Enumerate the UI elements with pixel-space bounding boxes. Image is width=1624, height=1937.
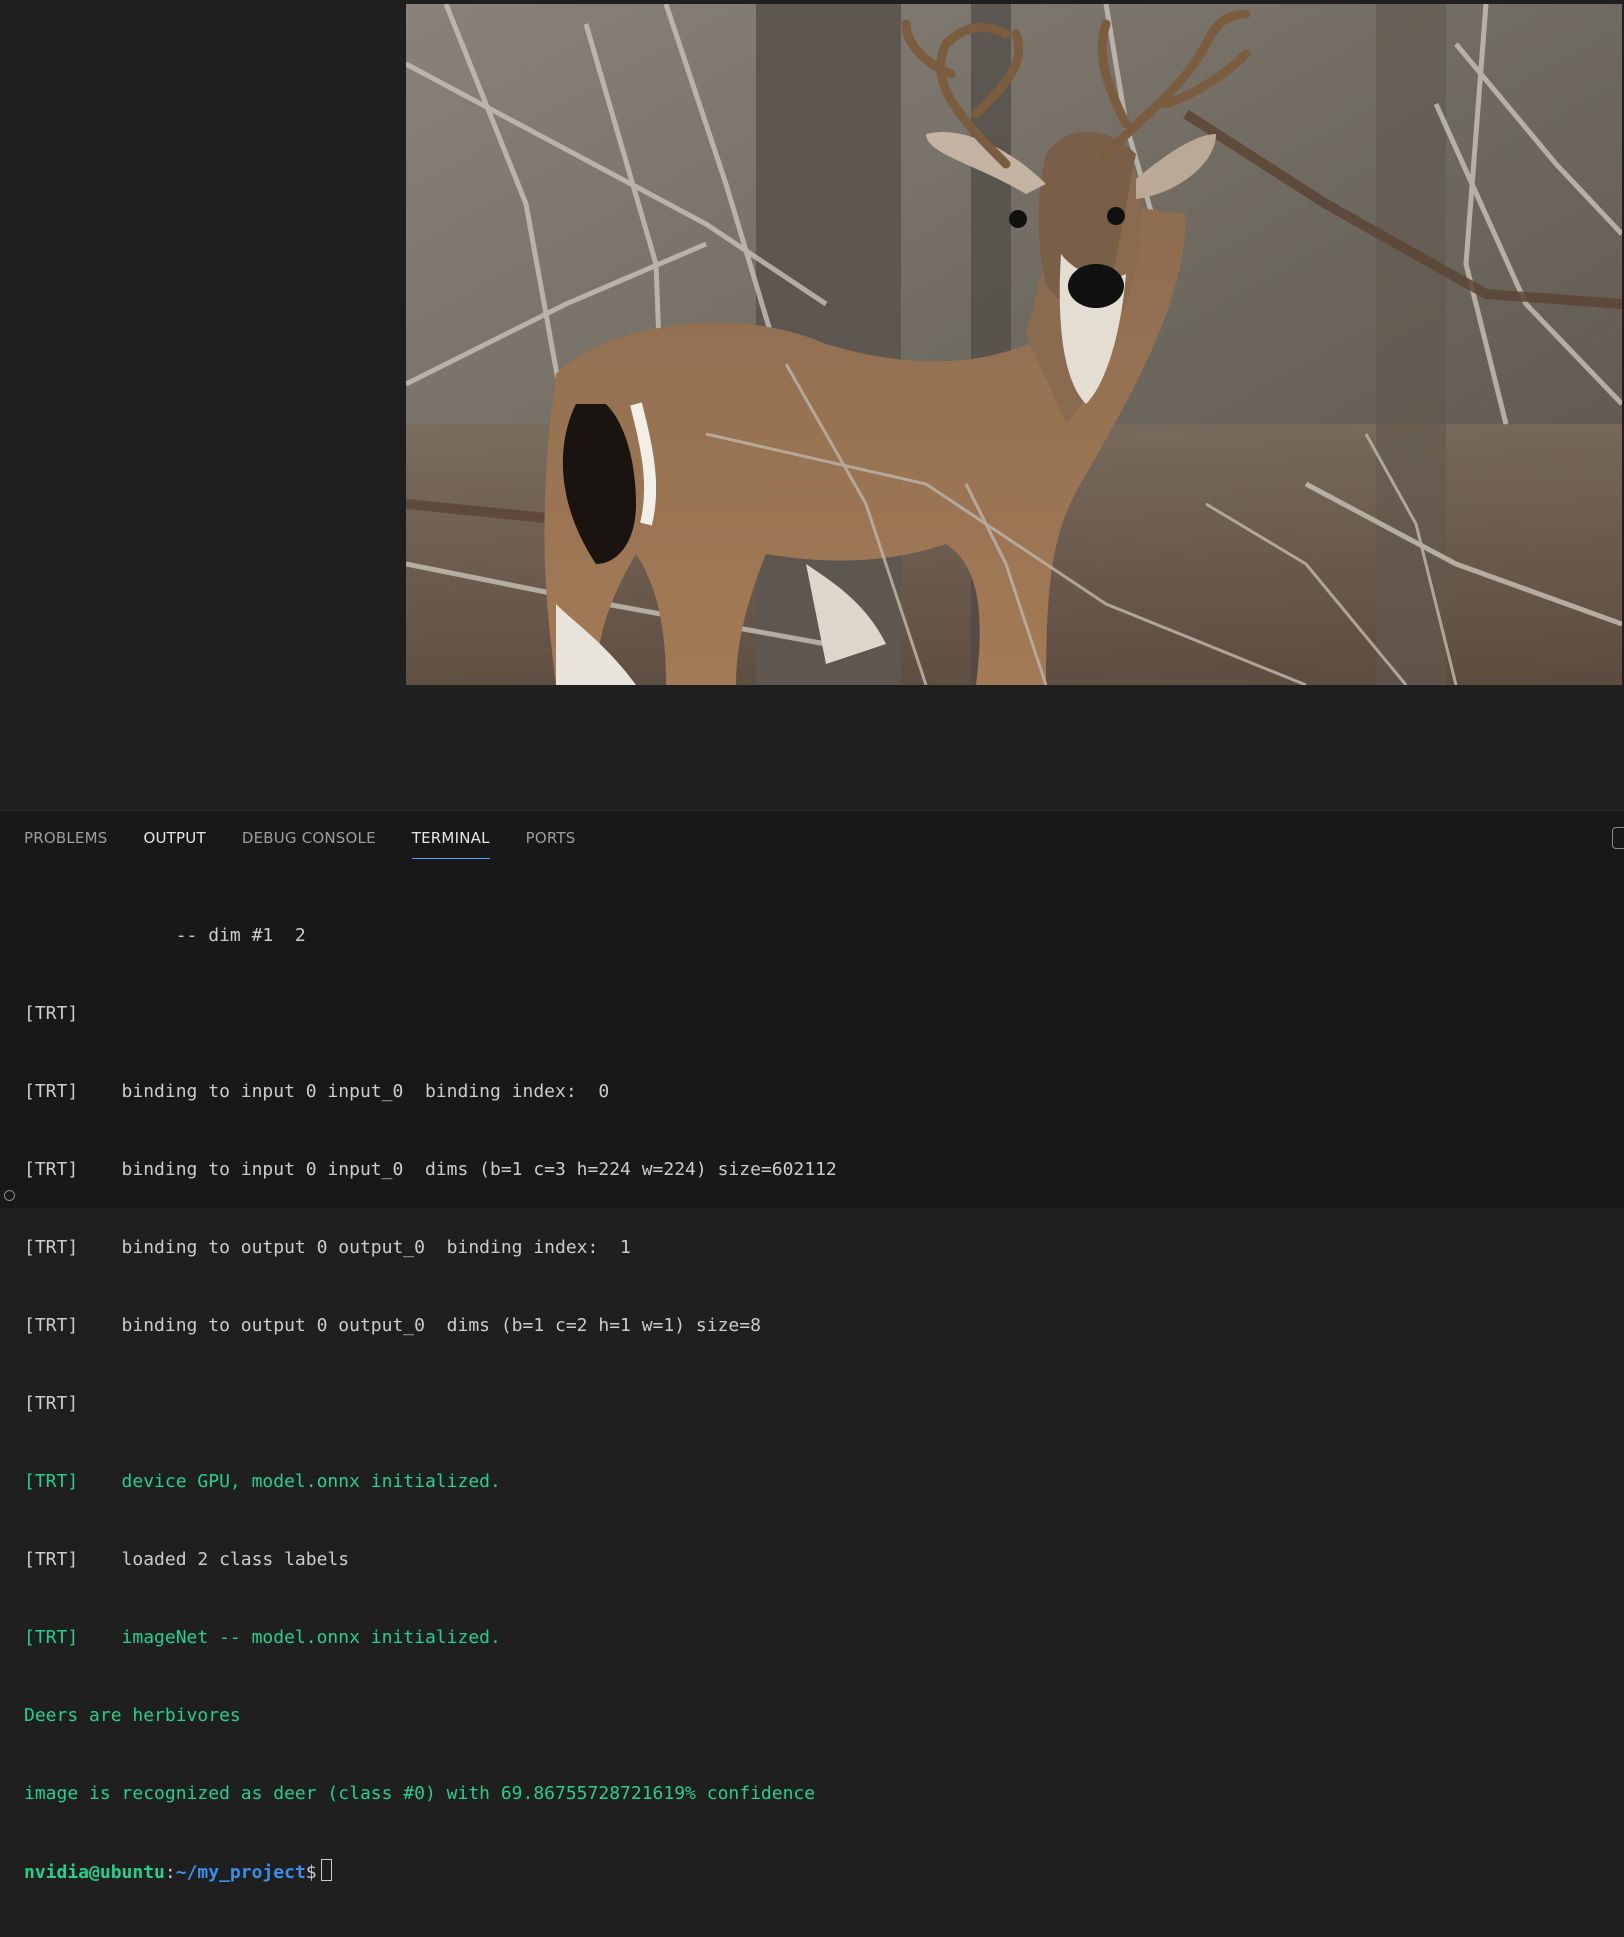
tab-problems[interactable]: PROBLEMS xyxy=(24,829,107,859)
terminal-line: [TRT] imageNet -- model.onnx initialized… xyxy=(24,1625,1614,1651)
terminal-text: binding to input 0 input_0 binding index… xyxy=(78,1081,610,1102)
prompt-dollar: $ xyxy=(305,1862,317,1883)
tab-debug-console[interactable]: DEBUG CONSOLE xyxy=(242,829,376,859)
tab-output[interactable]: OUTPUT xyxy=(143,829,205,859)
terminal-line: [TRT] binding to output 0 output_0 bindi… xyxy=(24,1235,1614,1261)
terminal-prompt[interactable]: nvidia@ubuntu:~/my_project$ xyxy=(24,1859,1614,1885)
editor-area xyxy=(0,0,1624,810)
terminal-line: [TRT] binding to output 0 output_0 dims … xyxy=(24,1313,1614,1339)
terminal-tag: [TRT] xyxy=(24,1549,79,1570)
terminal-tag: [TRT] xyxy=(24,1003,79,1024)
terminal-line: [TRT] device GPU, model.onnx initialized… xyxy=(24,1469,1614,1495)
terminal-text: binding to output 0 output_0 binding ind… xyxy=(78,1237,631,1258)
tab-ports[interactable]: PORTS xyxy=(526,829,576,859)
terminal-line: image is recognized as deer (class #0) w… xyxy=(24,1781,1614,1807)
terminal-line: [TRT] xyxy=(24,1391,1614,1417)
terminal-status-circle-icon xyxy=(4,1190,15,1201)
deer-image-preview xyxy=(406,4,1622,685)
terminal-text: imageNet -- model.onnx initialized. xyxy=(78,1627,501,1648)
terminal-output[interactable]: -- dim #1 2 [TRT] [TRT] binding to input… xyxy=(24,871,1614,1937)
terminal-line: Deers are herbivores xyxy=(24,1703,1614,1729)
terminal-line: [TRT] binding to input 0 input_0 dims (b… xyxy=(24,1157,1614,1183)
tab-terminal[interactable]: TERMINAL xyxy=(411,829,490,859)
terminal-tag: [TRT] xyxy=(24,1627,79,1648)
terminal-text: -- dim #1 2 xyxy=(24,925,306,946)
terminal-tag: [TRT] xyxy=(24,1237,79,1258)
terminal-line: -- dim #1 2 xyxy=(24,923,1614,949)
prompt-user-host: nvidia@ubuntu xyxy=(24,1862,165,1883)
terminal-tag: [TRT] xyxy=(24,1471,79,1492)
terminal-tag: [TRT] xyxy=(24,1081,79,1102)
terminal-text: device GPU, model.onnx initialized. xyxy=(78,1471,501,1492)
terminal-text: binding to input 0 input_0 dims (b=1 c=3… xyxy=(78,1159,837,1180)
terminal-text: binding to output 0 output_0 dims (b=1 c… xyxy=(78,1315,761,1336)
bottom-panel: PROBLEMS OUTPUT DEBUG CONSOLE TERMINAL P… xyxy=(0,810,1624,1883)
terminal-tag: [TRT] xyxy=(24,1159,79,1180)
prompt-separator: : xyxy=(164,1862,176,1883)
terminal-tag: [TRT] xyxy=(24,1315,79,1336)
panel-action-icon[interactable] xyxy=(1612,827,1624,849)
prompt-path: ~/my_project xyxy=(175,1862,306,1883)
terminal-text: loaded 2 class labels xyxy=(78,1549,350,1570)
terminal-line: [TRT] loaded 2 class labels xyxy=(24,1547,1614,1573)
terminal-text: image is recognized as deer (class #0) w… xyxy=(24,1783,816,1804)
terminal-text: Deers are herbivores xyxy=(24,1705,241,1726)
terminal-cursor xyxy=(320,1859,332,1881)
terminal-line: [TRT] xyxy=(24,1001,1614,1027)
panel-tabs: PROBLEMS OUTPUT DEBUG CONSOLE TERMINAL P… xyxy=(24,829,612,859)
terminal-line: [TRT] binding to input 0 input_0 binding… xyxy=(24,1079,1614,1105)
terminal-tag: [TRT] xyxy=(24,1393,79,1414)
